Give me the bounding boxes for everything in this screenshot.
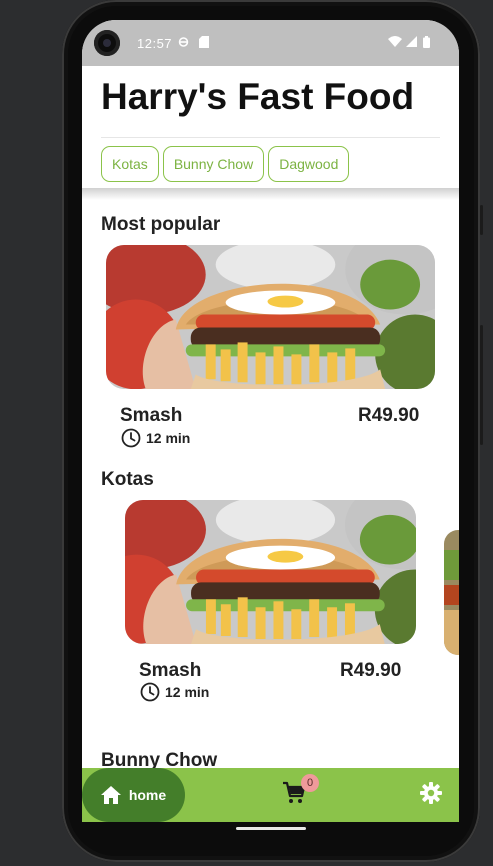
category-chips: Kotas Bunny Chow Dagwood — [101, 146, 350, 182]
prep-time: 12 min — [140, 682, 209, 702]
power-button — [480, 325, 483, 445]
wifi-icon — [388, 36, 402, 50]
chip-dagwood[interactable]: Dagwood — [268, 146, 350, 182]
prep-time-label: 12 min — [146, 430, 191, 446]
food-card-image[interactable] — [125, 500, 416, 644]
status-bar: 12:57 — [82, 20, 459, 66]
food-name[interactable]: Smash — [139, 660, 201, 682]
section-title-kotas: Kotas — [101, 469, 154, 490]
signal-icon — [406, 36, 417, 50]
chip-kotas[interactable]: Kotas — [101, 146, 159, 182]
prep-time: 12 min — [121, 428, 190, 448]
prep-time-label: 12 min — [165, 684, 210, 700]
food-card-image[interactable] — [106, 245, 435, 389]
gear-icon — [420, 782, 442, 804]
status-time: 12:57 — [137, 36, 173, 51]
chip-bunny-chow[interactable]: Bunny Chow — [162, 146, 265, 182]
cart-count-badge: 0 — [301, 774, 319, 792]
data-saver-icon — [178, 36, 189, 51]
volume-button — [480, 205, 483, 235]
header-shadow — [82, 188, 459, 200]
food-price: R49.90 — [358, 405, 420, 426]
page-title: Harry's Fast Food — [101, 76, 415, 117]
section-title-most-popular: Most popular — [101, 214, 221, 235]
app-screen: 12:57 Harry's Fast Food Kotas Bunny Chow… — [82, 20, 459, 822]
home-icon — [100, 786, 121, 804]
clock-icon — [121, 428, 141, 448]
next-card-peek[interactable] — [444, 530, 459, 655]
battery-icon — [423, 36, 430, 51]
nav-home-label: home — [128, 787, 167, 803]
clock-icon — [140, 682, 160, 702]
gesture-bar[interactable] — [236, 827, 306, 830]
nav-settings-button[interactable] — [420, 782, 444, 806]
sd-card-icon — [199, 36, 209, 51]
bottom-nav: home 0 — [82, 768, 459, 822]
food-name[interactable]: Smash — [120, 405, 182, 427]
front-camera — [94, 30, 120, 56]
food-price: R49.90 — [340, 660, 402, 681]
nav-home-button[interactable]: home — [82, 768, 185, 822]
divider — [101, 137, 440, 138]
